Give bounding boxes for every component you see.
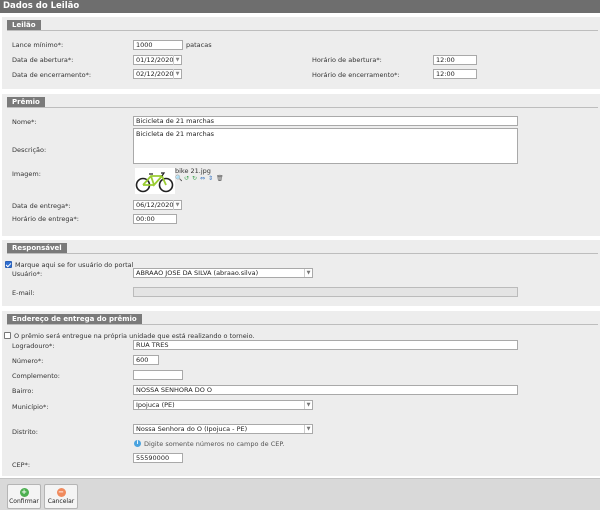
cancel-button[interactable]: − Cancelar xyxy=(44,484,78,509)
section-responsavel: Responsável Marque aqui se for usuário d… xyxy=(2,240,600,306)
rotate-right-icon[interactable]: ↻ xyxy=(192,175,197,182)
complemento-label: Complemento: xyxy=(12,372,60,380)
horario-encerramento-label: Horário de encerramento*: xyxy=(312,71,400,79)
chevron-down-icon[interactable]: ▼ xyxy=(173,55,181,65)
cep-input[interactable]: 55590000 xyxy=(133,453,183,463)
descricao-textarea[interactable]: Bicicleta de 21 marchas xyxy=(133,128,518,164)
logradouro-label: Logradouro*: xyxy=(12,342,55,350)
flip-icon[interactable]: ⇔ xyxy=(200,175,205,182)
email-label: E-mail: xyxy=(12,289,35,297)
confirm-label: Confirmar xyxy=(9,498,39,505)
horario-encerramento-input[interactable]: 12:00 xyxy=(433,69,477,79)
lance-minimo-label: Lance mínimo*: xyxy=(12,41,64,49)
chevron-down-icon[interactable]: ▼ xyxy=(304,269,312,277)
municipio-label: Município*: xyxy=(12,403,49,411)
data-encerramento-picker[interactable]: 02/12/2020 ▼ xyxy=(133,69,182,79)
distrito-select-value: Nossa Senhora do O (Ipojuca - PE) xyxy=(136,425,248,433)
lance-unit: patacas xyxy=(186,41,212,49)
horario-abertura-label: Horário de abertura*: xyxy=(312,56,382,64)
numero-label: Número*: xyxy=(12,357,44,365)
usuario-portal-checkbox[interactable] xyxy=(5,261,12,268)
descricao-label: Descrição: xyxy=(12,146,47,154)
cancel-icon: − xyxy=(56,488,66,497)
municipio-select-value: Ipojuca (PE) xyxy=(136,401,175,409)
delete-icon[interactable]: 🗑 xyxy=(216,175,224,182)
distrito-select[interactable]: Nossa Senhora do O (Ipojuca - PE) ▼ xyxy=(133,424,313,434)
bairro-label: Bairro: xyxy=(12,387,34,395)
chevron-down-icon[interactable]: ▼ xyxy=(173,69,181,79)
entrega-unidade-checkbox[interactable] xyxy=(4,332,11,339)
nome-label: Nome*: xyxy=(12,118,37,126)
flip-vertical-icon[interactable]: ⇕ xyxy=(208,175,213,182)
usuario-select[interactable]: ABRAAO JOSE DA SILVA (abraao.silva) ▼ xyxy=(133,268,313,278)
chevron-down-icon[interactable]: ▼ xyxy=(304,425,312,433)
cancel-label: Cancelar xyxy=(47,498,75,505)
horario-entrega-label: Horário de entrega*: xyxy=(12,215,79,223)
page-title: Dados do Leilão xyxy=(0,0,600,13)
cep-hint: Digite somente números no campo de CEP. xyxy=(144,440,285,448)
data-entrega-picker[interactable]: 06/12/2020 ▼ xyxy=(133,200,182,210)
section-leilao: Leilão Lance mínimo*: 1000 patacas Data … xyxy=(2,17,600,89)
complemento-input[interactable] xyxy=(133,370,183,380)
image-tools: 🔍 ↺ ↻ ⇔ ⇕ 🗑 xyxy=(175,175,235,183)
confirm-icon: + xyxy=(19,488,29,497)
imagem-filename: bike 21.jpg xyxy=(175,167,211,175)
confirm-button[interactable]: + Confirmar xyxy=(7,484,41,509)
data-abertura-picker[interactable]: 01/12/2020 ▼ xyxy=(133,55,182,65)
section-endereco: Endereço de entrega do prêmio O prêmio s… xyxy=(2,311,600,476)
municipio-select[interactable]: Ipojuca (PE) ▼ xyxy=(133,400,313,410)
zoom-in-icon[interactable]: 🔍 xyxy=(175,175,182,182)
bike-image xyxy=(135,168,175,194)
data-abertura-label: Data de abertura*: xyxy=(12,56,74,64)
chevron-down-icon[interactable]: ▼ xyxy=(304,401,312,409)
chevron-down-icon[interactable]: ▼ xyxy=(173,200,181,210)
lance-minimo-input[interactable]: 1000 xyxy=(133,40,183,50)
usuario-select-value: ABRAAO JOSE DA SILVA (abraao.silva) xyxy=(136,269,259,277)
rotate-left-icon[interactable]: ↺ xyxy=(184,175,189,182)
bairro-input[interactable]: NOSSA SENHORA DO O xyxy=(133,385,518,395)
usuario-portal-label: Marque aqui se for usuário do portal xyxy=(15,261,134,269)
info-icon: i xyxy=(134,440,141,447)
section-premio: Prêmio Nome*: Bicicleta de 21 marchas De… xyxy=(2,94,600,236)
cep-label: CEP*: xyxy=(12,461,31,469)
usuario-label: Usuário*: xyxy=(12,270,43,278)
entrega-unidade-label: O prêmio será entregue na própria unidad… xyxy=(14,332,255,340)
imagem-label: Imagem: xyxy=(12,170,41,178)
numero-input[interactable]: 600 xyxy=(133,355,159,365)
data-encerramento-label: Data de encerramento*: xyxy=(12,71,92,79)
distrito-label: Distrito: xyxy=(12,428,38,436)
nome-input[interactable]: Bicicleta de 21 marchas xyxy=(133,116,518,126)
footer-toolbar: + Confirmar − Cancelar xyxy=(0,478,600,510)
horario-entrega-input[interactable]: 00:00 xyxy=(133,214,177,224)
data-entrega-label: Data de entrega*: xyxy=(12,202,71,210)
email-field xyxy=(133,287,518,297)
logradouro-input[interactable]: RUA TRES xyxy=(133,340,518,350)
horario-abertura-input[interactable]: 12:00 xyxy=(433,55,477,65)
